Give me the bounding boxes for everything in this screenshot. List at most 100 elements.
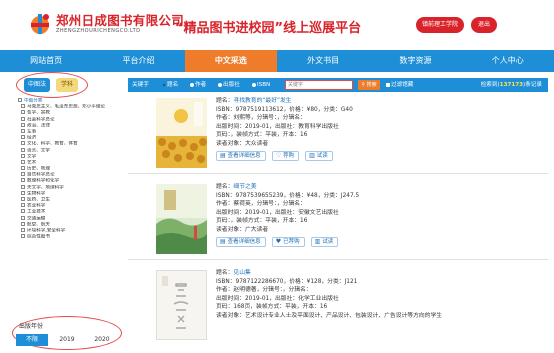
category-sidebar: 中图法 学科 中图分类 马克思主义、毛泽东思想、邓小平理论 哲学、宗教 社会科学总论政…	[12, 72, 126, 350]
expand-icon[interactable]	[21, 172, 25, 177]
company-english-name: ZHENGZHOURICHENGCO.LTD	[56, 28, 141, 34]
search-button[interactable]: ⚲ 搜索	[358, 80, 380, 90]
book-reader-line: 读者对象：大众读者	[216, 140, 269, 147]
tree-item-label: 综合性图书	[27, 234, 50, 240]
search-option-isbn[interactable]: ISBN	[252, 78, 270, 92]
book-publish-line: 出版时间：2019-01，出版社：安徽文艺出版社	[216, 209, 339, 216]
expand-icon[interactable]	[21, 110, 25, 115]
tree-item-label: 农业科学	[27, 203, 46, 209]
book-pages-line: 页码：，装帧方式：平装，开本：16	[216, 218, 308, 224]
expand-icon[interactable]	[21, 141, 25, 146]
expand-icon[interactable]	[21, 104, 25, 109]
tree-item-label: 历史、地理	[27, 166, 50, 172]
expand-icon[interactable]	[21, 215, 25, 220]
book-isbn-line: ISBN：9787539655239，价格：¥48，分类：J247.5	[216, 192, 360, 199]
folder-icon[interactable]	[18, 98, 22, 102]
expand-icon[interactable]	[21, 234, 25, 239]
book-title-link[interactable]: 见山集	[233, 270, 250, 276]
search-input[interactable]: 关键字	[285, 80, 353, 90]
tab-subject[interactable]: 学科	[56, 78, 78, 92]
book-isbn-line: ISBN：9787122286670，价格：¥128，分类：J121	[216, 278, 358, 285]
trial-read-button[interactable]: ▥ 试读	[305, 151, 333, 161]
expand-icon[interactable]	[21, 153, 25, 158]
book-actions: ▤ 查看详细信息 ♥ 已荐购 ▥ 试读	[216, 237, 546, 247]
tree-item-label: 文学	[27, 154, 37, 160]
nav-foreign-books[interactable]: 外文书目	[277, 50, 369, 72]
view-details-button[interactable]: ▤ 查看详细信息	[216, 237, 266, 247]
tree-item-label: 医药、卫生	[27, 197, 50, 203]
book-reader-line: 读者对象：艺术设计专业人士及平面设计、产品设计、包装设计、广告设计等方向的学生	[216, 312, 443, 319]
nav-digital-resources[interactable]: 数字资源	[369, 50, 461, 72]
tree-item-label: 语言、文字	[27, 148, 50, 153]
logout-button[interactable]: 退出	[471, 17, 497, 33]
header: 郑州日成图书有限公司 ZHENGZHOURICHENGCO.LTD “精品图书进…	[0, 0, 554, 50]
tree-item-label: 中图分类	[24, 98, 43, 104]
company-name: 郑州日成图书有限公司	[56, 13, 185, 28]
tree-item-label: 哲学、宗教	[27, 110, 50, 116]
year-option-any[interactable]: 不限	[16, 334, 48, 346]
cart-icon: ▤	[220, 152, 226, 159]
expand-icon[interactable]	[21, 197, 25, 201]
expand-icon[interactable]	[21, 122, 25, 127]
publish-year-title: 出版年份	[19, 323, 44, 330]
expand-icon[interactable]	[21, 203, 25, 208]
tree-item-label: 艺术	[27, 160, 37, 166]
platform-slogan: “精品图书进校园”线上巡展平台	[175, 21, 362, 36]
recommended-button[interactable]: ♥ 已荐购	[271, 237, 305, 247]
heart-icon: ♡	[275, 152, 282, 159]
nav-home[interactable]: 网站首页	[0, 50, 92, 72]
nav-chinese-selection[interactable]: 中文采选	[184, 50, 277, 72]
tree-item-label: 环境科学,安全科学	[27, 228, 66, 234]
book-cover-image[interactable]	[156, 98, 207, 168]
expand-icon[interactable]	[21, 178, 25, 183]
filter-holdings-toggle[interactable]: 过滤馆藏	[386, 78, 413, 92]
radio-selected-icon	[162, 82, 166, 87]
cart-icon: ▤	[220, 238, 226, 245]
nav-intro[interactable]: 平台介绍	[92, 50, 184, 72]
book-cover-image[interactable]	[156, 270, 207, 340]
tree-item-label: 社会科学总论	[27, 117, 55, 123]
book-publish-line: 出版时间：2019-01，出版社：教育科学出版社	[216, 123, 339, 130]
book-icon: ▥	[309, 152, 315, 159]
tree-item-label: 马克思主义、毛泽东思想、邓小平理论	[27, 104, 106, 110]
expand-icon[interactable]	[21, 190, 25, 195]
expand-icon[interactable]	[21, 135, 25, 140]
expand-icon[interactable]	[21, 184, 25, 189]
school-button[interactable]: 镇前理工学院	[416, 17, 464, 33]
tab-clc-category[interactable]: 中图法	[24, 78, 50, 92]
book-title-line: 题名：细节之美	[216, 184, 257, 190]
book-author-line: 作者：蔡荷英，分辑号：，分辑名：	[216, 201, 306, 207]
search-option-author[interactable]: 作者	[190, 78, 206, 92]
expand-icon[interactable]	[21, 147, 25, 152]
tree-category-item[interactable]: 综合性图书	[18, 234, 126, 240]
checkbox-icon	[386, 82, 390, 87]
expand-icon[interactable]	[21, 159, 25, 164]
trial-read-button[interactable]: ▥ 试读	[310, 237, 339, 247]
book-pages-line: 页码：168页，装帧方式：平装，开本：16	[216, 304, 328, 310]
view-details-button[interactable]: ▤ 查看详细信息	[216, 151, 266, 161]
nav-personal-center[interactable]: 个人中心	[462, 50, 554, 72]
tree-item-label: 天文学、地球科学	[27, 185, 64, 191]
expand-icon[interactable]	[21, 166, 25, 171]
expand-icon[interactable]	[21, 221, 25, 226]
book-result-item: 题名：细节之美 ISBN：9787539655239，价格：¥48，分类：J24…	[128, 180, 548, 260]
book-isbn-line: ISBN：9787519113612，价格：¥80，分类：G40	[216, 106, 353, 113]
book-cover-image[interactable]	[156, 184, 207, 254]
book-reader-line: 读者对象：广大读者	[216, 226, 269, 233]
search-option-publisher[interactable]: 出版社	[218, 78, 240, 92]
expand-icon[interactable]	[21, 116, 25, 121]
category-tree: 中图分类 马克思主义、毛泽东思想、邓小平理论 哲学、宗教 社会科学总论 政治、法律 军事经…	[18, 98, 126, 240]
expand-icon[interactable]	[21, 128, 25, 133]
book-author-line: 作者：赵明德著，分辑号：，分辑名：	[216, 287, 312, 293]
year-filter: 不限 2019 2020	[16, 334, 126, 346]
year-option-2020[interactable]: 2020	[86, 334, 118, 346]
year-option-2019[interactable]: 2019	[51, 334, 83, 346]
expand-icon[interactable]	[21, 227, 25, 232]
radio-icon	[252, 82, 256, 87]
book-title-link[interactable]: 寻找教育的“最好”发生	[233, 98, 291, 104]
search-option-title[interactable]: 题名	[162, 78, 178, 92]
book-title-link[interactable]: 细节之美	[233, 184, 256, 190]
book-pages-line: 页码：，装帧方式：平装，开本：16	[216, 132, 308, 138]
recommend-button[interactable]: ♡ 荐购	[271, 151, 300, 161]
expand-icon[interactable]	[21, 209, 25, 214]
